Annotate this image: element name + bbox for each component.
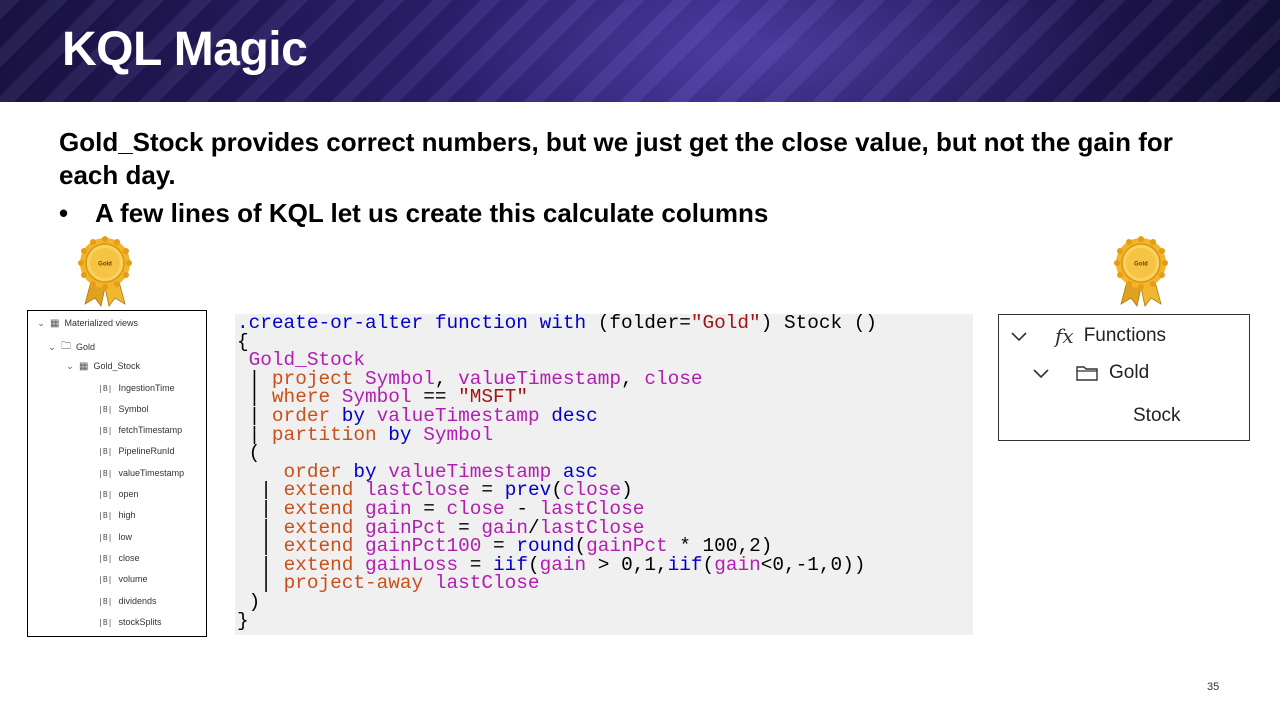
- slide-header-banner: KQL Magic: [0, 0, 1280, 102]
- code-token: desc: [551, 404, 598, 427]
- tree-column-label: fetchTimestamp: [118, 425, 183, 435]
- page-number: 35: [1207, 681, 1220, 693]
- materialized-view-icon: ▦: [50, 317, 60, 329]
- tree-column-item[interactable]: |B| low: [98, 527, 132, 547]
- gold-medal-icon: Gold: [78, 236, 132, 307]
- column-icon: |B|: [98, 425, 113, 435]
- medal-label: Gold: [98, 262, 112, 268]
- materialized-views-tree: ⌄ ▦ Materialized views ⌄ 🗀 Gold ⌄ ▦ Gold…: [27, 310, 207, 637]
- code-token: project-away: [283, 572, 424, 595]
- code-token: |: [260, 572, 272, 595]
- column-icon: |B|: [98, 596, 113, 606]
- chevron-down-icon[interactable]: ⌄: [36, 318, 46, 329]
- tree-node-label: Gold: [1109, 362, 1150, 383]
- column-icon: |B|: [98, 617, 113, 627]
- tree-node-label: Stock: [1133, 405, 1181, 426]
- tree-column-item[interactable]: |B| PipelineRunId: [98, 441, 175, 461]
- tree-column-label: close: [118, 553, 140, 563]
- code-token: gain: [714, 553, 761, 576]
- functions-tree: fx Functions Gold Stock: [998, 314, 1250, 441]
- tree-column-item[interactable]: |B| high: [98, 505, 135, 525]
- code-token: }: [237, 609, 249, 632]
- column-icon: |B|: [98, 468, 113, 478]
- header-background-glow: [420, 0, 1120, 102]
- column-icon: |B|: [98, 404, 113, 414]
- tree-column-label: stockSplits: [118, 617, 162, 627]
- code-token: ) Stock (): [760, 312, 878, 334]
- code-token: > 0,1,: [597, 553, 668, 576]
- code-token: ): [248, 590, 261, 613]
- table-icon: ▦: [79, 360, 89, 372]
- tree-column-label: low: [118, 532, 132, 542]
- tree-node-gold-folder[interactable]: Gold: [1031, 362, 1149, 384]
- tree-node-gold-folder[interactable]: ⌄ 🗀 Gold: [47, 337, 95, 357]
- chevron-down-icon[interactable]: ⌄: [47, 342, 57, 353]
- tree-column-label: dividends: [118, 596, 157, 606]
- code-token: gain: [539, 553, 587, 576]
- chevron-down-icon[interactable]: ⌄: [65, 361, 75, 372]
- column-icon: |B|: [98, 532, 113, 542]
- intro-text: Gold_Stock provides correct numbers, but…: [59, 127, 1173, 190]
- folder-icon: [1076, 366, 1098, 381]
- code-token: function: [434, 312, 528, 334]
- tree-node-label: Materialized views: [64, 318, 138, 328]
- tree-column-label: Symbol: [118, 404, 149, 414]
- slide-title: KQL Magic: [62, 23, 308, 76]
- tree-column-label: IngestionTime: [118, 383, 175, 393]
- folder-icon: 🗀: [61, 340, 71, 352]
- function-icon: fx: [1055, 324, 1074, 348]
- tree-column-label: valueTimestamp: [118, 468, 185, 478]
- tree-node-label: Functions: [1083, 325, 1167, 346]
- code-token: (: [702, 553, 715, 576]
- tree-column-item[interactable]: |B| close: [98, 548, 139, 568]
- tree-column-item[interactable]: |B| dividends: [98, 591, 156, 611]
- code-token: (: [248, 442, 261, 465]
- tree-column-item[interactable]: |B| IngestionTime: [98, 378, 175, 398]
- code-token: "Gold": [690, 312, 761, 334]
- column-icon: |B|: [98, 489, 113, 499]
- code-token: partition: [271, 423, 377, 446]
- code-token: with: [539, 312, 587, 334]
- bullet-dot: •: [59, 198, 69, 228]
- tree-column-item[interactable]: |B| valueTimestamp: [98, 463, 184, 483]
- kql-code-block: .create-or-alter function with (folder="…: [235, 312, 973, 635]
- tree-column-item[interactable]: |B| Symbol: [98, 399, 148, 419]
- column-icon: |B|: [98, 446, 113, 456]
- tree-column-label: volume: [118, 574, 148, 584]
- tree-node-label: Gold: [76, 342, 96, 352]
- tree-column-item[interactable]: |B| fetchTimestamp: [98, 420, 182, 440]
- tree-column-label: PipelineRunId: [118, 446, 175, 456]
- chevron-down-icon[interactable]: [1031, 363, 1051, 383]
- code-token: <0,-1,0)): [760, 553, 866, 576]
- code-token: by: [388, 423, 412, 446]
- tree-column-item[interactable]: |B| volume: [98, 569, 147, 589]
- tree-column-item[interactable]: |B| stockSplits: [98, 612, 161, 632]
- tree-node-materialized-views[interactable]: ⌄ ▦ Materialized views: [36, 313, 138, 333]
- medal-label: Gold: [1134, 262, 1148, 268]
- tree-column-label: high: [118, 510, 136, 520]
- code-token: (folder=: [597, 312, 691, 334]
- gold-medal-icon: Gold: [1114, 236, 1168, 307]
- code-token: ,: [621, 367, 633, 390]
- column-icon: |B|: [98, 553, 113, 563]
- code-token: {: [237, 330, 249, 353]
- tree-node-functions[interactable]: fx Functions: [1009, 324, 1166, 348]
- kql-code: .create-or-alter function with (folder="…: [237, 312, 878, 632]
- tree-node-gold-stock[interactable]: ⌄ ▦ Gold_Stock: [65, 356, 140, 376]
- code-token: iif: [667, 553, 703, 576]
- chevron-down-icon[interactable]: [1009, 326, 1029, 346]
- code-token: Symbol: [423, 423, 494, 446]
- code-token: lastClose: [434, 572, 540, 595]
- tree-column-label: open: [118, 489, 139, 499]
- bullet-text: A few lines of KQL let us create this ca…: [95, 198, 769, 228]
- column-icon: |B|: [98, 574, 113, 584]
- tree-node-stock-function[interactable]: Stock: [1133, 405, 1181, 427]
- code-token: .create-or-alter: [237, 312, 424, 334]
- column-icon: |B|: [98, 383, 113, 393]
- column-icon: |B|: [98, 510, 113, 520]
- tree-node-label: Gold_Stock: [93, 361, 140, 371]
- code-token: close: [644, 367, 703, 390]
- tree-column-item[interactable]: |B| open: [98, 484, 138, 504]
